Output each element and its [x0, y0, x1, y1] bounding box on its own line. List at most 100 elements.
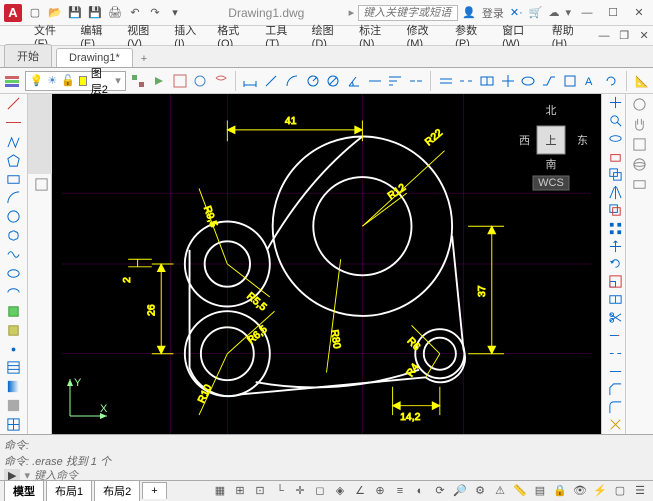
dim-space-icon[interactable] [437, 70, 454, 92]
sb-osnap-icon[interactable]: ◻ [311, 483, 329, 499]
sb-annoscale-icon[interactable]: 🔎 [451, 483, 469, 499]
minimize-button[interactable]: — [577, 5, 597, 21]
ellipse-tool-icon[interactable] [0, 264, 26, 283]
sb-grid-icon[interactable]: ⊞ [231, 483, 249, 499]
layout-tab-add[interactable]: + [142, 482, 166, 499]
help-dropdown-icon[interactable]: ▾ [565, 6, 571, 19]
ellipse-arc-tool-icon[interactable] [0, 283, 26, 302]
jogged-icon[interactable] [541, 70, 558, 92]
pline-tool-icon[interactable] [0, 132, 26, 151]
make-block-tool-icon[interactable] [0, 321, 26, 340]
doc-close-button[interactable]: ✕ [635, 28, 653, 44]
sb-model-icon[interactable]: ▦ [211, 483, 229, 499]
maximize-button[interactable]: ☐ [603, 5, 623, 21]
sb-polar-icon[interactable]: ✛ [291, 483, 309, 499]
close-button[interactable]: ✕ [629, 5, 649, 21]
dim-arc-icon[interactable] [284, 70, 301, 92]
nav-showmotion-icon[interactable] [626, 174, 652, 194]
sb-dyn-icon[interactable]: ⊕ [371, 483, 389, 499]
polygon-tool-icon[interactable] [0, 151, 26, 170]
dim-linear-icon[interactable] [242, 70, 259, 92]
gradient-tool-icon[interactable] [0, 377, 26, 396]
svg-text:WCS: WCS [538, 177, 564, 189]
layout-tab-1[interactable]: 布局1 [46, 480, 92, 501]
dim-break-icon[interactable] [458, 70, 475, 92]
nav-zoom-ext-icon[interactable] [626, 134, 652, 154]
properties-icon[interactable] [28, 174, 54, 194]
point-tool-icon[interactable] [0, 340, 26, 359]
layout-tab-model[interactable]: 模型 [4, 480, 44, 501]
dim-angular-icon[interactable] [346, 70, 363, 92]
cart-icon[interactable]: 🛒 [529, 6, 543, 19]
dim-baseline-icon[interactable] [387, 70, 404, 92]
dimupdate-icon[interactable] [603, 70, 620, 92]
tab-start[interactable]: 开始 [4, 44, 52, 67]
spline-tool-icon[interactable] [0, 245, 26, 264]
dim-continue-icon[interactable] [408, 70, 425, 92]
circle-tool-icon[interactable] [0, 207, 26, 226]
toolbar-modify [601, 94, 625, 434]
sb-clean-icon[interactable]: ▢ [611, 483, 629, 499]
tab-add-button[interactable]: + [133, 51, 155, 67]
exchange-icon[interactable]: ✕· [510, 6, 523, 19]
sb-annomonitor-icon[interactable]: ⚠ [491, 483, 509, 499]
center-mark-icon[interactable] [499, 70, 516, 92]
sb-snap-icon[interactable]: ⊡ [251, 483, 269, 499]
sb-lock-icon[interactable]: 🔒 [551, 483, 569, 499]
layer-iso-icon[interactable] [171, 70, 188, 92]
layer-selector[interactable]: 💡 ☀ 🔓 图层2 ▾ [25, 71, 126, 91]
hatch-tool-icon[interactable] [0, 358, 26, 377]
layer-prev-icon[interactable] [151, 70, 168, 92]
layout-tab-2[interactable]: 布局2 [94, 480, 140, 501]
search-input[interactable] [358, 5, 458, 21]
tolerance-icon[interactable] [479, 70, 496, 92]
xline-tool-icon[interactable] [0, 113, 26, 132]
doc-minimize-button[interactable]: — [595, 28, 613, 44]
arc-tool-icon[interactable] [0, 188, 26, 207]
dim-aligned-icon[interactable] [263, 70, 280, 92]
dimstyle-icon[interactable]: 📐 [632, 70, 649, 92]
rectangle-tool-icon[interactable] [0, 170, 26, 189]
layer-off-icon[interactable] [213, 70, 230, 92]
nav-pan-icon[interactable] [626, 114, 652, 134]
command-line[interactable]: 命令: 命令: .erase 找到 1 个 ▶ ▾ [0, 434, 653, 480]
layer-freeze-icon[interactable] [192, 70, 209, 92]
dim-quick-icon[interactable] [366, 70, 383, 92]
sb-quickprops-icon[interactable]: ▤ [531, 483, 549, 499]
layer-match-icon[interactable] [130, 70, 147, 92]
line-tool-icon[interactable] [0, 94, 26, 113]
dim-radius-icon[interactable] [304, 70, 321, 92]
dimedit-icon[interactable] [561, 70, 578, 92]
app-logo[interactable]: A [4, 4, 22, 22]
sb-units-icon[interactable]: 📏 [511, 483, 529, 499]
region-tool-icon[interactable] [0, 396, 26, 415]
sb-workspace-icon[interactable]: ⚙ [471, 483, 489, 499]
dim-diameter-icon[interactable] [325, 70, 342, 92]
user-icon[interactable]: 👤 [462, 6, 476, 19]
svg-text:📐: 📐 [635, 75, 649, 88]
svg-text:北: 北 [546, 104, 557, 117]
dimtedit-icon[interactable]: A [582, 70, 599, 92]
sb-otrack-icon[interactable]: ∠ [351, 483, 369, 499]
sb-ortho-icon[interactable]: └ [271, 483, 289, 499]
revcloud-tool-icon[interactable] [0, 226, 26, 245]
view-cube[interactable]: 北 西 东 南 上 WCS [511, 104, 591, 197]
palette-handle-icon[interactable] [28, 94, 54, 174]
sb-hardware-icon[interactable]: ⚡ [591, 483, 609, 499]
layer-properties-icon[interactable] [4, 70, 21, 92]
nav-orbit-icon[interactable] [626, 154, 652, 174]
drawing-canvas[interactable]: 41 R22 R12 R9,5 R5,5 R6,5 R10 R80 R6 R4 [52, 94, 601, 434]
inspect-icon[interactable] [520, 70, 537, 92]
sb-lwt-icon[interactable]: ≡ [391, 483, 409, 499]
table-tool-icon[interactable] [0, 415, 26, 434]
sb-isolate-icon[interactable]: 👁 [571, 483, 589, 499]
sb-cycle-icon[interactable]: ⟳ [431, 483, 449, 499]
sb-3dosnap-icon[interactable]: ◈ [331, 483, 349, 499]
doc-restore-button[interactable]: ❐ [615, 28, 633, 44]
insert-block-tool-icon[interactable] [0, 302, 26, 321]
sb-customize-icon[interactable]: ☰ [631, 483, 649, 499]
login-link[interactable]: 登录 [482, 5, 504, 21]
sb-transparency-icon[interactable]: ◐ [411, 483, 429, 499]
cloud-icon[interactable]: ☁ [548, 6, 559, 19]
nav-wheel-icon[interactable] [626, 94, 652, 114]
